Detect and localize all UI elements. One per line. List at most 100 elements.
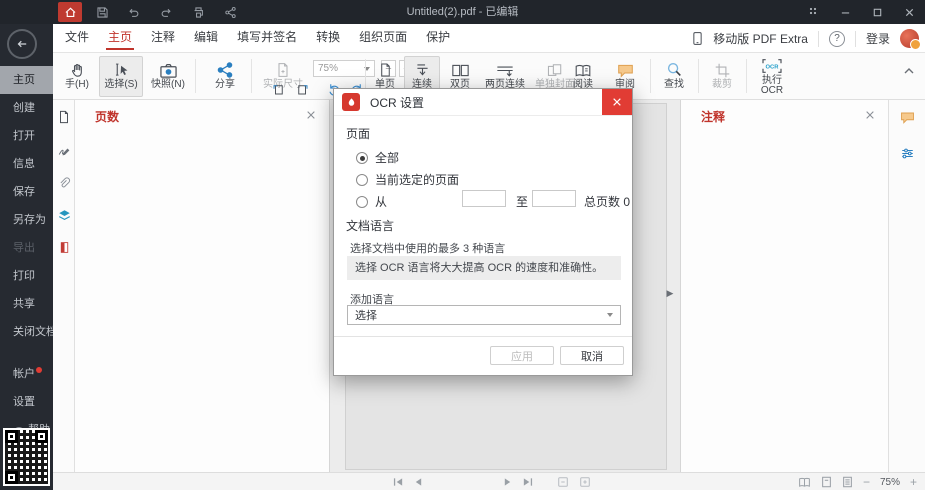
dialog-close-button[interactable] [602, 89, 632, 115]
tab-fill-sign[interactable]: 填写并签名 [235, 24, 299, 53]
undo-icon[interactable] [122, 2, 146, 22]
tab-home[interactable]: 主页 [106, 24, 135, 53]
tab-protect[interactable]: 保护 [424, 24, 452, 53]
pages-section-label: 页面 [346, 127, 371, 141]
tab-edit[interactable]: 编辑 [192, 24, 220, 53]
sidebar-item-settings[interactable]: 设置 [0, 388, 53, 416]
comments-panel-title: 注释 [701, 110, 726, 124]
attachments-panel-icon[interactable] [55, 174, 73, 192]
run-ocr-button[interactable]: OCR 执行OCR [750, 56, 794, 97]
radio-all-pages[interactable]: 全部 [356, 149, 399, 166]
back-button[interactable] [7, 29, 37, 59]
question-help-icon[interactable]: ? [828, 30, 845, 47]
left-panel-strip [53, 100, 75, 472]
review-bubble-icon [616, 57, 635, 79]
close-icon[interactable] [862, 107, 878, 123]
home-icon[interactable] [58, 2, 82, 22]
book-view-icon[interactable] [798, 477, 811, 488]
rotate-page-right-button[interactable] [293, 82, 311, 97]
continuous-icon [414, 57, 431, 79]
minimize-button[interactable] [829, 0, 861, 24]
sidebar-item-home[interactable]: 主页 [0, 66, 53, 94]
signature-panel-icon[interactable] [55, 142, 73, 160]
close-icon[interactable] [303, 107, 319, 123]
status-zoom-in-button[interactable]: + [910, 475, 917, 489]
comments-panel-header: 注释 [681, 100, 888, 130]
dialog-titlebar: OCR 设置 [334, 89, 632, 116]
mobile-app-link[interactable]: 移动版 PDF Extra [713, 30, 808, 47]
save-icon[interactable] [90, 2, 114, 22]
pages-panel-icon[interactable] [55, 108, 73, 126]
to-label: 至 [516, 195, 529, 209]
snapshot-tool-button[interactable]: 快照(N) [145, 56, 191, 97]
radio-button-icon [356, 195, 368, 208]
tab-organize-pages[interactable]: 组织页面 [357, 24, 409, 53]
sidebar-item-share[interactable]: 共享 [0, 290, 53, 318]
actual-size-page-icon [275, 57, 291, 79]
from-page-input[interactable] [462, 190, 506, 207]
user-avatar[interactable] [900, 29, 921, 50]
hand-tool-button[interactable]: 手(H) [57, 56, 97, 97]
separator [251, 59, 252, 93]
redo-icon[interactable] [154, 2, 178, 22]
fit-page-icon[interactable] [821, 476, 832, 488]
separator [746, 59, 747, 93]
sidebar-item-export: 导出 [13, 242, 35, 254]
close-window-button[interactable] [893, 0, 925, 24]
fit-width-icon[interactable] [842, 476, 853, 488]
previous-page-button[interactable] [414, 477, 423, 487]
panel-collapse-arrow-icon[interactable]: ▶ [664, 280, 676, 306]
print-icon[interactable] [186, 2, 210, 22]
status-zoom-level[interactable]: 75% [880, 477, 900, 488]
radio-button-icon [356, 173, 368, 186]
sidebar-item-save[interactable]: 保存 [0, 178, 53, 206]
language-section-label: 文档语言 [346, 219, 395, 233]
radio-current-pages[interactable]: 当前选定的页面 [356, 171, 459, 188]
find-button[interactable]: 查找 [654, 56, 694, 97]
separator [650, 59, 651, 93]
radio-page-range[interactable]: 从 [356, 193, 387, 210]
language-select[interactable]: 选择 [347, 305, 621, 325]
comments-panel: 注释 [680, 100, 888, 472]
filter-sliders-icon[interactable] [898, 144, 916, 162]
last-page-button[interactable] [522, 477, 533, 487]
sidebar-item-account[interactable]: 帐户 [0, 360, 53, 388]
select-tool-button[interactable]: 选择(S) [99, 56, 143, 97]
prev-view-icon [557, 476, 569, 488]
ribbon-options-icon[interactable] [797, 0, 829, 24]
tab-file[interactable]: 文件 [63, 24, 91, 53]
apply-button: 应用 [490, 346, 554, 365]
sidebar-item-close-document[interactable]: 关闭文档 [0, 318, 53, 346]
comments-panel-toggle-icon[interactable] [898, 108, 916, 126]
bookmark-panel-icon[interactable] [55, 238, 73, 256]
next-page-button[interactable] [503, 477, 512, 487]
rotate-page-left-button[interactable] [269, 82, 287, 97]
share-icon[interactable] [218, 2, 242, 22]
sidebar-item-save-as[interactable]: 另存为 [0, 206, 53, 234]
pdf-extra-logo-icon [342, 93, 360, 111]
collapse-ribbon-button[interactable] [903, 67, 915, 75]
share-tool-button[interactable]: 分享 [203, 56, 247, 97]
cancel-button[interactable]: 取消 [560, 346, 624, 365]
select-cursor-icon [113, 57, 130, 79]
dialog-title: OCR 设置 [370, 95, 425, 110]
sidebar-item-create[interactable]: 创建 [0, 94, 53, 122]
status-zoom-out-button[interactable]: − [863, 475, 870, 489]
sidebar-item-info[interactable]: 信息 [0, 150, 53, 178]
tab-comment[interactable]: 注释 [149, 24, 177, 53]
pages-panel-title: 页数 [95, 110, 120, 124]
login-link[interactable]: 登录 [866, 30, 890, 47]
two-page-icon [451, 57, 470, 79]
mobile-phone-icon [692, 31, 703, 46]
sidebar-item-print[interactable]: 打印 [0, 262, 53, 290]
next-view-icon [579, 476, 591, 488]
sidebar-item-open[interactable]: 打开 [0, 122, 53, 150]
first-page-button[interactable] [393, 477, 404, 487]
layers-panel-icon[interactable] [55, 206, 73, 224]
tab-convert[interactable]: 转换 [314, 24, 342, 53]
to-page-input[interactable] [532, 190, 576, 207]
maximize-button[interactable] [861, 0, 893, 24]
single-page-icon [378, 57, 393, 79]
pages-panel: 页数 [75, 100, 330, 472]
crop-icon [714, 57, 731, 79]
